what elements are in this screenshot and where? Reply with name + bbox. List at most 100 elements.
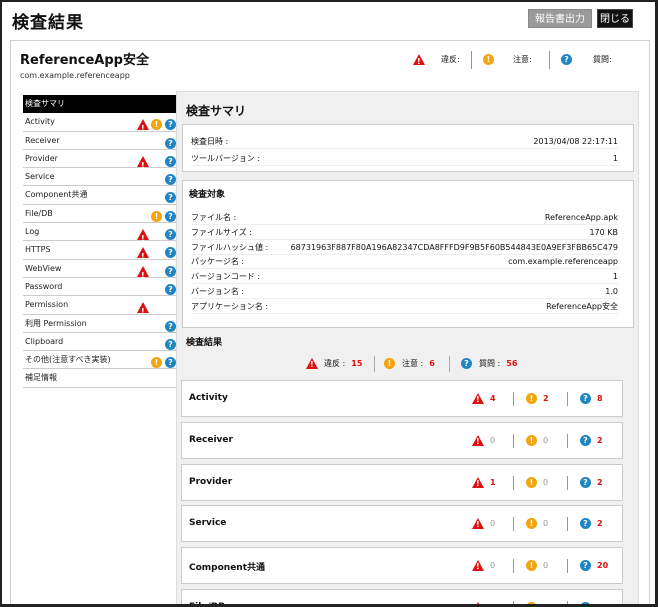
summary-value: 1 <box>612 154 618 163</box>
count-divider <box>513 601 514 604</box>
category-question-count: ? 2 <box>580 476 603 489</box>
sidebar-item-label: WebView <box>25 263 62 273</box>
warning-icon <box>137 119 149 137</box>
sidebar-item-icons: ? <box>136 263 176 284</box>
category-card[interactable]: Activity 4 !2 ?8 <box>181 380 623 417</box>
sidebar-item[interactable]: その他(注意すべき実装)!? <box>23 351 180 370</box>
category-name: Component共通 <box>189 563 266 574</box>
sidebar-item[interactable]: Service? <box>23 168 180 187</box>
sidebar-item[interactable]: Provider? <box>23 150 180 174</box>
question-icon: ? <box>461 358 472 369</box>
sidebar-item[interactable]: Log? <box>23 223 180 247</box>
category-card[interactable]: Service 0 !0 ?2 <box>181 505 623 543</box>
target-row: ファイルハッシュ値 : 68731963F887F80A196A82347CDA8… <box>191 241 618 255</box>
target-value: 68731963F887F80A196A82347CDA8FFFD9F9B5F6… <box>290 242 618 252</box>
sidebar-item[interactable]: Activity!? <box>23 113 180 137</box>
caution-icon: ! <box>151 210 162 222</box>
summary-value: 2013/04/08 22:17:11 <box>533 137 618 146</box>
sidebar-item[interactable]: File/DB!? <box>23 205 180 224</box>
caution-icon: ! <box>151 357 162 369</box>
report-export-button[interactable]: 報告書出力 <box>528 9 592 28</box>
sidebar-item[interactable]: Permission <box>23 296 180 320</box>
summary-key: ツールバージョン : <box>191 154 261 163</box>
warning-icon <box>472 518 484 531</box>
sidebar-item-icons: ? <box>136 318 176 332</box>
category-question-count: ? 20 <box>580 560 608 572</box>
warning-icon <box>472 393 484 406</box>
question-icon: ? <box>165 338 176 350</box>
target-key: パッケージ名 : <box>191 257 245 267</box>
target-row: ファイル名 : ReferenceApp.apk <box>191 211 618 225</box>
category-name: Activity <box>189 393 228 403</box>
caution-icon: ! <box>526 434 537 446</box>
category-name: Provider <box>189 476 233 487</box>
sidebar-item-icons: ? <box>136 189 176 204</box>
summary-row: 検査日時 : 2013/04/08 22:17:11 <box>191 135 618 149</box>
target-value: ReferenceApp安全 <box>546 301 618 311</box>
sidebar-item[interactable]: Password? <box>23 278 180 297</box>
target-key: バージョン名 : <box>191 287 245 296</box>
caution-icon: ! <box>151 119 162 131</box>
total-question: ? <box>461 358 472 370</box>
sidebar-item[interactable]: 補足情報 <box>23 369 180 388</box>
sidebar-item-label: Component共通 <box>25 190 88 200</box>
count-divider <box>513 392 514 406</box>
category-card[interactable]: File/DB 0 !2 ?4 <box>181 589 623 604</box>
sidebar-item[interactable]: Clipboard? <box>23 333 180 352</box>
target-key: アプリケーション名 : <box>191 301 269 311</box>
summary-card: 検査日時 : 2013/04/08 22:17:11 ツールバージョン : 1 <box>182 124 634 172</box>
window-frame: 検査結果 報告書出力 閉じる ReferenceApp安全 com.exampl… <box>0 0 658 607</box>
legend-question: ? <box>561 53 572 69</box>
sidebar-item-icons: ? <box>136 171 176 186</box>
app-name: ReferenceApp安全 <box>20 53 149 68</box>
caution-icon: ! <box>526 518 537 530</box>
warning-icon <box>413 54 425 69</box>
target-value: 1 <box>612 272 618 282</box>
totals-divider <box>374 356 375 372</box>
warning-icon <box>306 358 318 371</box>
question-icon: ? <box>165 192 176 204</box>
warning-icon <box>472 476 484 490</box>
question-icon: ? <box>165 119 176 131</box>
total-caution: ! <box>384 358 395 370</box>
count-divider <box>513 559 514 574</box>
legend-divider <box>549 51 550 69</box>
sidebar-item-label: その他(注意すべき実装) <box>25 355 111 365</box>
caution-icon: ! <box>526 476 537 488</box>
legend-violation <box>413 53 425 69</box>
count-divider <box>513 475 514 490</box>
category-caution-count: ! 0 <box>526 476 548 489</box>
category-card[interactable]: Receiver 0 !0 ?2 <box>181 421 623 459</box>
summary-key: 検査日時 : <box>191 137 229 146</box>
warning-icon <box>137 229 149 247</box>
target-row: バージョン名 : 1.0 <box>191 285 618 299</box>
sidebar-item-label: 利用 Permission <box>25 318 87 328</box>
caution-icon: ! <box>526 560 537 572</box>
page-title: 検査結果 <box>12 13 84 33</box>
target-row: バージョンコード : 1 <box>191 270 618 285</box>
category-question-count: ?4 <box>580 602 603 604</box>
sidebar-item-icons: !? <box>136 208 176 222</box>
sidebar-item-icons <box>136 299 176 320</box>
sidebar-item[interactable]: 利用 Permission? <box>23 315 180 333</box>
target-value: 1.0 <box>605 287 618 296</box>
warning-icon <box>137 265 149 284</box>
sidebar-item[interactable]: Component共通? <box>23 186 180 205</box>
category-card[interactable]: Provider 1 !0 ?2 <box>181 463 623 501</box>
sidebar-item-label: Provider <box>25 153 58 163</box>
category-card[interactable]: Component共通 0 !0 ?20 <box>181 547 623 585</box>
sidebar-item-icons: ? <box>136 244 176 265</box>
question-icon: ? <box>580 434 591 446</box>
sidebar-item[interactable]: HTTPS? <box>23 241 180 265</box>
sidebar-item[interactable]: 検査サマリ <box>23 95 180 114</box>
sidebar-item[interactable]: WebView? <box>23 260 180 284</box>
sidebar-item[interactable]: Receiver? <box>23 132 180 150</box>
count-divider <box>567 475 568 490</box>
count-divider <box>567 517 568 532</box>
category-violation-count: 0 <box>472 518 495 531</box>
sidebar-item-label: Service <box>25 172 55 182</box>
target-key: ファイル名 : <box>191 213 237 222</box>
question-icon: ? <box>165 155 176 167</box>
close-button[interactable]: 閉じる <box>597 9 633 28</box>
sidebar-item-label: 検査サマリ <box>25 99 65 108</box>
